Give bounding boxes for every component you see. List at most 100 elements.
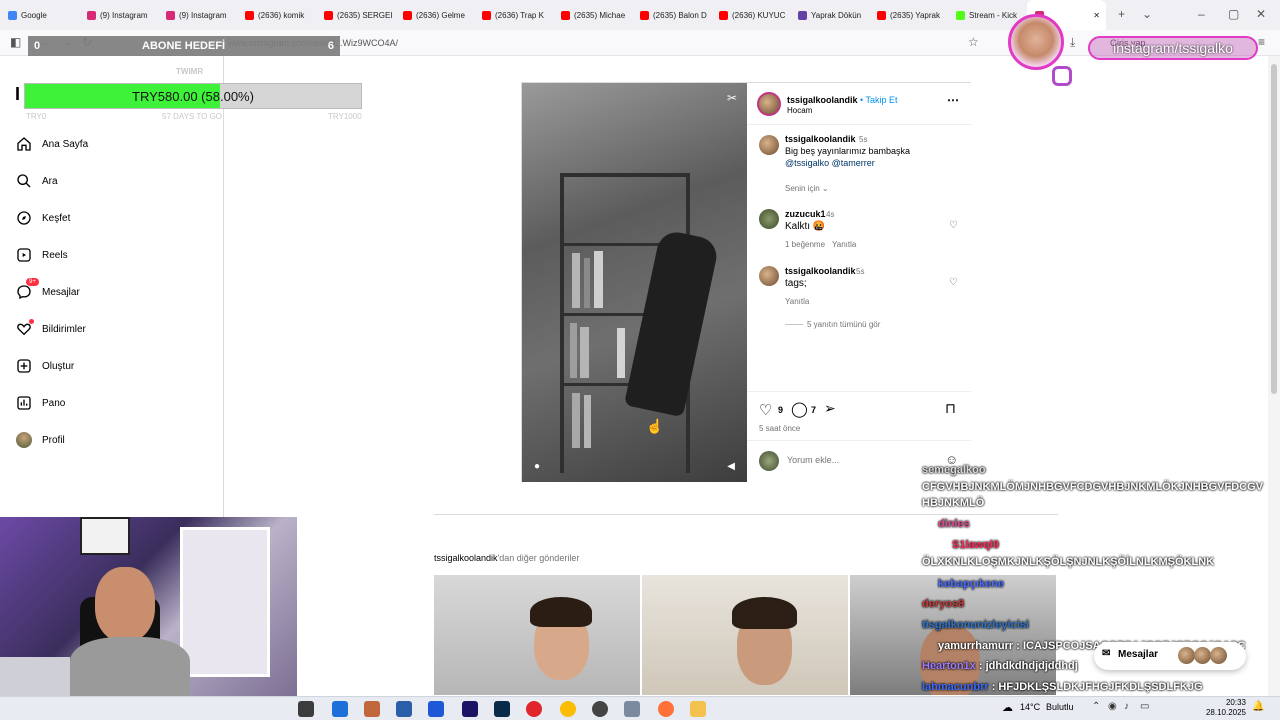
- donation-label: TWIMR: [176, 67, 204, 76]
- dropbox-taskbar-icon[interactable]: [428, 701, 444, 717]
- like-count[interactable]: 9: [778, 405, 783, 415]
- chat-message: semegalkoo: [922, 464, 986, 476]
- comment-icon[interactable]: ◯: [791, 400, 808, 418]
- author-subtitle: Hocam: [787, 106, 813, 115]
- browser-tab[interactable]: (2636) komik: [237, 0, 316, 30]
- share-icon[interactable]: ➢: [824, 400, 836, 417]
- youtube-favicon-icon: [719, 10, 728, 20]
- sidebar-item-dashboard[interactable]: Pano: [16, 395, 65, 411]
- subscriber-goal-overlay: 0 ABONE HEDEFİ 6: [28, 36, 340, 56]
- avatar: [1194, 647, 1211, 664]
- browser-tab[interactable]: (2635) Michae: [553, 0, 632, 30]
- battery-icon[interactable]: ▭: [1140, 701, 1149, 712]
- sidebar-item-profile[interactable]: Profil: [16, 432, 65, 448]
- page-scrollbar[interactable]: [1268, 56, 1280, 696]
- comment-text: tags;: [785, 278, 807, 289]
- post-thumbnail[interactable]: [434, 575, 640, 695]
- tray-chevron-icon[interactable]: ⌃: [1092, 701, 1100, 712]
- firefox-taskbar-icon[interactable]: [658, 701, 674, 717]
- bookmark-star-icon[interactable]: ☆: [968, 35, 979, 49]
- streamer-handle: instagram/tssigalko: [1088, 36, 1258, 60]
- chrome-taskbar-icon[interactable]: [560, 701, 576, 717]
- caption-avatar[interactable]: [759, 135, 779, 155]
- reply-button[interactable]: Yanıtla: [832, 240, 856, 249]
- minecraft-taskbar-icon[interactable]: [364, 701, 380, 717]
- user-avatar: [759, 451, 779, 471]
- weather-desc[interactable]: Bulutlu: [1046, 702, 1074, 712]
- sidebar-item-messages[interactable]: 9+ Mesajlar: [16, 278, 80, 300]
- like-icon[interactable]: ♡: [759, 401, 772, 419]
- comment-likes[interactable]: 1 beğenme: [785, 240, 825, 249]
- browser-tab[interactable]: (2636) Gelme: [395, 0, 474, 30]
- tagged-user-icon[interactable]: ●: [534, 461, 540, 472]
- explorer-taskbar-icon[interactable]: [690, 701, 706, 717]
- opera-taskbar-icon[interactable]: [526, 701, 542, 717]
- windows-taskbar: ☁ 14°C Bulutlu ⌃ ◉ ♪ ▭ 20:33 28.10.2025 …: [0, 696, 1280, 720]
- chat-username: dinles: [938, 518, 970, 530]
- browser-tab[interactable]: Google: [0, 0, 79, 30]
- comment-username[interactable]: zuzucuk1: [785, 209, 826, 219]
- comment-input[interactable]: [787, 455, 937, 465]
- sidebar-item-create[interactable]: Oluştur: [16, 358, 74, 374]
- save-bookmark-icon[interactable]: ⊓: [945, 400, 956, 417]
- app-taskbar-icon[interactable]: [396, 701, 412, 717]
- instagram-logo[interactable]: I: [15, 84, 20, 105]
- chat-message-text: ÖLXKNLKLOŞMKJNLKŞÖLŞNJNLKŞÖİLNLKMŞÖKLNK: [922, 556, 1215, 568]
- clock-date[interactable]: 28.10.2025: [1196, 708, 1246, 717]
- caption-username[interactable]: tssigalkoolandik: [785, 134, 856, 144]
- photoshop-taskbar-icon[interactable]: [494, 701, 510, 717]
- network-icon[interactable]: ◉: [1108, 701, 1117, 712]
- comment-avatar[interactable]: [759, 266, 779, 286]
- obs-taskbar-icon[interactable]: [592, 701, 608, 717]
- sidebar-item-notifications[interactable]: Bildirimler: [16, 319, 86, 337]
- browser-tab[interactable]: (9) Instagram: [79, 0, 158, 30]
- comment-like-icon[interactable]: ♡: [949, 277, 958, 288]
- browser-tab[interactable]: (9) Instagram: [158, 0, 237, 30]
- store-taskbar-icon[interactable]: [332, 701, 348, 717]
- browser-tab[interactable]: Yaprak Dökün: [790, 0, 869, 30]
- browser-tab[interactable]: (2635) SERGEI: [316, 0, 395, 30]
- scrollbar-thumb[interactable]: [1271, 64, 1277, 394]
- sidebar-item-search[interactable]: Ara: [16, 173, 58, 189]
- browser-tab[interactable]: (2636) KUYUC: [711, 0, 790, 30]
- premiere-taskbar-icon[interactable]: [462, 701, 478, 717]
- browser-tab[interactable]: (2635) Yaprak: [869, 0, 948, 30]
- clock-time[interactable]: 20:33: [1206, 698, 1246, 707]
- more-options-icon[interactable]: ⋯: [947, 93, 959, 107]
- follow-button[interactable]: • Takip Et: [860, 95, 898, 105]
- reel-video[interactable]: ✂ ● ◀: [522, 83, 747, 482]
- view-replies-link[interactable]: 5 yanıtın tümünü gör: [807, 320, 880, 329]
- reel-post: ✂ ● ◀ tssigalkoolandik • Takip Et Hocam …: [521, 82, 971, 482]
- weather-temp[interactable]: 14°C: [1020, 702, 1040, 712]
- notification-bell-icon[interactable]: 🔔: [1252, 701, 1264, 712]
- sidebar-item-reels[interactable]: Reels: [16, 247, 68, 263]
- sidebar-item-explore[interactable]: Keşfet: [16, 210, 70, 226]
- browser-tab[interactable]: (2635) Balon D: [632, 0, 711, 30]
- twitch-favicon-icon: [798, 10, 807, 20]
- youtube-favicon-icon: [561, 10, 570, 20]
- caption-mentions[interactable]: @tssigalko @tamerrer: [785, 158, 875, 168]
- file-manager-taskbar-icon[interactable]: [298, 701, 314, 717]
- chat-message-text: HBJNKMLÖ: [922, 497, 985, 509]
- comment-like-icon[interactable]: ♡: [949, 220, 958, 231]
- sidebar-item-home[interactable]: Ana Sayfa: [16, 136, 88, 152]
- author-username[interactable]: tssigalkoolandik: [787, 95, 858, 105]
- volume-icon[interactable]: ♪: [1124, 701, 1129, 712]
- camera-icon[interactable]: ✂: [727, 91, 737, 105]
- author-avatar[interactable]: [757, 92, 781, 116]
- reply-button[interactable]: Yanıtla: [785, 297, 809, 306]
- mute-icon[interactable]: ◀: [727, 461, 735, 472]
- translation-toggle[interactable]: Senin için ⌄: [785, 184, 829, 193]
- post-thumbnail[interactable]: [642, 575, 848, 695]
- comment-avatar[interactable]: [759, 209, 779, 229]
- sidebar-toggle-icon[interactable]: ◧: [10, 35, 21, 49]
- google-favicon-icon: [8, 10, 17, 20]
- comment-username[interactable]: tssigalkoolandik: [785, 266, 856, 276]
- goal-title: ABONE HEDEFİ: [142, 40, 226, 52]
- app-taskbar-icon[interactable]: [624, 701, 640, 717]
- chat-username: deryos8: [922, 598, 965, 610]
- browser-tab[interactable]: (2636) Trap K: [474, 0, 553, 30]
- messages-popup[interactable]: ✉ Mesajlar: [1094, 642, 1246, 670]
- donation-text: TRY580.00 (58.00%): [132, 89, 254, 104]
- comment-count[interactable]: 7: [811, 405, 816, 415]
